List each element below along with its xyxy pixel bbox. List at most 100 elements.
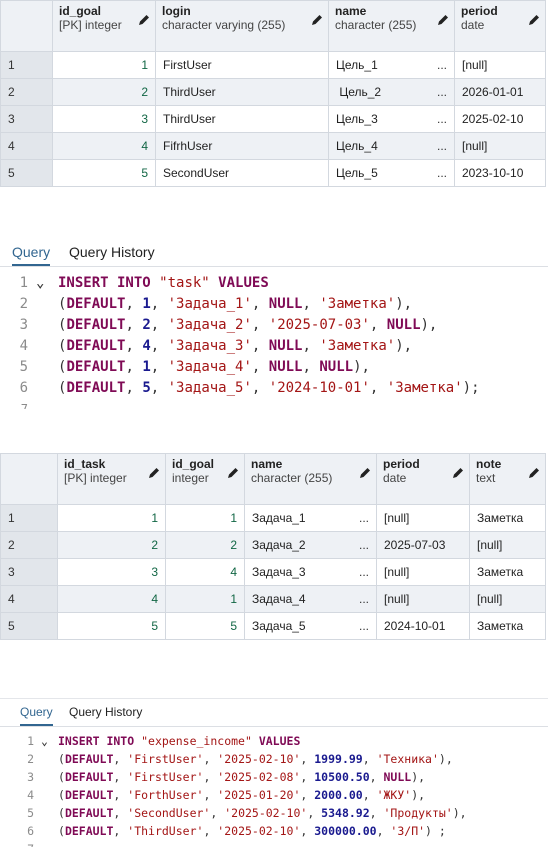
table-row[interactable]: 4 4 FifrhUser Цель_4... [null] [0, 132, 546, 160]
cell-name[interactable]: Задача_4... [244, 585, 377, 613]
pencil-icon[interactable] [310, 13, 324, 27]
tab-query[interactable]: Query [20, 699, 53, 726]
column-header-name[interactable]: name character (255) [244, 453, 377, 505]
cell-id-task[interactable]: 1 [57, 504, 166, 532]
cell-note[interactable]: [null] [469, 585, 546, 613]
table-row[interactable]: 3 3 ThirdUser Цель_3... 2025-02-10 [0, 105, 546, 133]
pencil-icon[interactable] [147, 466, 161, 480]
cell-name[interactable]: Цель_1... [328, 51, 455, 79]
tab-query-history[interactable]: Query History [69, 699, 142, 726]
cell-id-goal[interactable]: 2 [52, 78, 156, 106]
cell-period[interactable]: [null] [454, 51, 546, 79]
cell-login[interactable]: FifrhUser [155, 132, 329, 160]
row-number[interactable]: 3 [0, 558, 58, 586]
cell-period[interactable]: 2025-07-03 [376, 531, 470, 559]
row-number[interactable]: 1 [0, 51, 53, 79]
chevron-down-icon[interactable]: ⌄ [41, 732, 48, 750]
cell-login[interactable]: SecondUser [155, 159, 329, 187]
grid-corner-cell[interactable] [0, 0, 53, 52]
expand-ellipsis[interactable]: ... [359, 511, 369, 525]
row-number[interactable]: 5 [0, 159, 53, 187]
row-number[interactable]: 4 [0, 585, 58, 613]
cell-period[interactable]: [null] [376, 558, 470, 586]
cell-name[interactable]: Цель_2... [328, 78, 455, 106]
cell-period[interactable]: 2024-10-01 [376, 612, 470, 640]
expand-ellipsis[interactable]: ... [359, 565, 369, 579]
column-header-id-task[interactable]: id_task [PK] integer [57, 453, 166, 505]
cell-note[interactable]: Заметка [469, 558, 546, 586]
row-number[interactable]: 2 [0, 531, 58, 559]
cell-id-goal[interactable]: 1 [165, 585, 245, 613]
cell-id-task[interactable]: 5 [57, 612, 166, 640]
cell-login[interactable]: ThirdUser [155, 78, 329, 106]
cell-id-goal[interactable]: 1 [165, 504, 245, 532]
cell-id-goal[interactable]: 2 [165, 531, 245, 559]
row-number[interactable]: 1 [0, 504, 58, 532]
table-row[interactable]: 1 1 1 Задача_1... [null] Заметка [0, 504, 546, 532]
cell-name[interactable]: Цель_5... [328, 159, 455, 187]
cell-name[interactable]: Цель_4... [328, 132, 455, 160]
column-header-name[interactable]: name character (255) [328, 0, 455, 52]
expand-ellipsis[interactable]: ... [359, 592, 369, 606]
table-row[interactable]: 4 4 1 Задача_4... [null] [null] [0, 585, 546, 613]
pencil-icon[interactable] [137, 13, 151, 27]
pencil-icon[interactable] [358, 466, 372, 480]
cell-id-task[interactable]: 2 [57, 531, 166, 559]
pencil-icon[interactable] [527, 466, 541, 480]
table-row[interactable]: 2 2 2 Задача_2... 2025-07-03 [null] [0, 531, 546, 559]
cell-name[interactable]: Задача_5... [244, 612, 377, 640]
cell-note[interactable]: Заметка [469, 504, 546, 532]
sql-editor[interactable]: 1 ⌄ INSERT INTO "expense_income" VALUES 2 (… [0, 732, 548, 847]
cell-period[interactable]: 2026-01-01 [454, 78, 546, 106]
pencil-icon[interactable] [226, 466, 240, 480]
cell-note[interactable]: [null] [469, 531, 546, 559]
pencil-icon[interactable] [451, 466, 465, 480]
column-header-note[interactable]: note text [469, 453, 546, 505]
tab-query-history[interactable]: Query History [69, 239, 155, 266]
cell-period[interactable]: [null] [454, 132, 546, 160]
cell-login[interactable]: FirstUser [155, 51, 329, 79]
row-number[interactable]: 2 [0, 78, 53, 106]
cell-name[interactable]: Задача_2... [244, 531, 377, 559]
cell-id-goal[interactable]: 3 [52, 105, 156, 133]
table-row[interactable]: 2 2 ThirdUser Цель_2... 2026-01-01 [0, 78, 546, 106]
pencil-icon[interactable] [436, 13, 450, 27]
table-row[interactable]: 1 1 FirstUser Цель_1... [null] [0, 51, 546, 79]
row-number[interactable]: 3 [0, 105, 53, 133]
column-header-period[interactable]: period date [454, 0, 546, 52]
column-header-id-goal[interactable]: id_goal [PK] integer [52, 0, 156, 52]
column-header-period[interactable]: period date [376, 453, 470, 505]
cell-period[interactable]: 2025-02-10 [454, 105, 546, 133]
expand-ellipsis[interactable]: ... [437, 85, 447, 99]
pencil-icon[interactable] [527, 13, 541, 27]
expand-ellipsis[interactable]: ... [437, 112, 447, 126]
expand-ellipsis[interactable]: ... [437, 139, 447, 153]
cell-name[interactable]: Задача_3... [244, 558, 377, 586]
row-number[interactable]: 5 [0, 612, 58, 640]
cell-id-goal[interactable]: 4 [165, 558, 245, 586]
cell-id-task[interactable]: 3 [57, 558, 166, 586]
cell-name[interactable]: Цель_3... [328, 105, 455, 133]
cell-id-goal[interactable]: 5 [165, 612, 245, 640]
expand-ellipsis[interactable]: ... [359, 538, 369, 552]
table-row[interactable]: 5 5 SecondUser Цель_5... 2023-10-10 [0, 159, 546, 187]
column-header-login[interactable]: login character varying (255) [155, 0, 329, 52]
expand-ellipsis[interactable]: ... [437, 58, 447, 72]
cell-id-goal[interactable]: 5 [52, 159, 156, 187]
table-row[interactable]: 3 3 4 Задача_3... [null] Заметка [0, 558, 546, 586]
cell-id-task[interactable]: 4 [57, 585, 166, 613]
chevron-down-icon[interactable]: ⌄ [36, 273, 44, 294]
sql-editor[interactable]: 1 ⌄ INSERT INTO "task" VALUES 2 (DEFAULT, 1… [0, 273, 548, 413]
cell-period[interactable]: 2023-10-10 [454, 159, 546, 187]
cell-period[interactable]: [null] [376, 504, 470, 532]
table-row[interactable]: 5 5 5 Задача_5... 2024-10-01 Заметка [0, 612, 546, 640]
cell-period[interactable]: [null] [376, 585, 470, 613]
cell-note[interactable]: Заметка [469, 612, 546, 640]
cell-id-goal[interactable]: 4 [52, 132, 156, 160]
expand-ellipsis[interactable]: ... [359, 619, 369, 633]
expand-ellipsis[interactable]: ... [437, 166, 447, 180]
cell-id-goal[interactable]: 1 [52, 51, 156, 79]
tab-query[interactable]: Query [12, 239, 51, 266]
grid-corner-cell[interactable] [0, 453, 58, 505]
column-header-id-goal[interactable]: id_goal integer [165, 453, 245, 505]
